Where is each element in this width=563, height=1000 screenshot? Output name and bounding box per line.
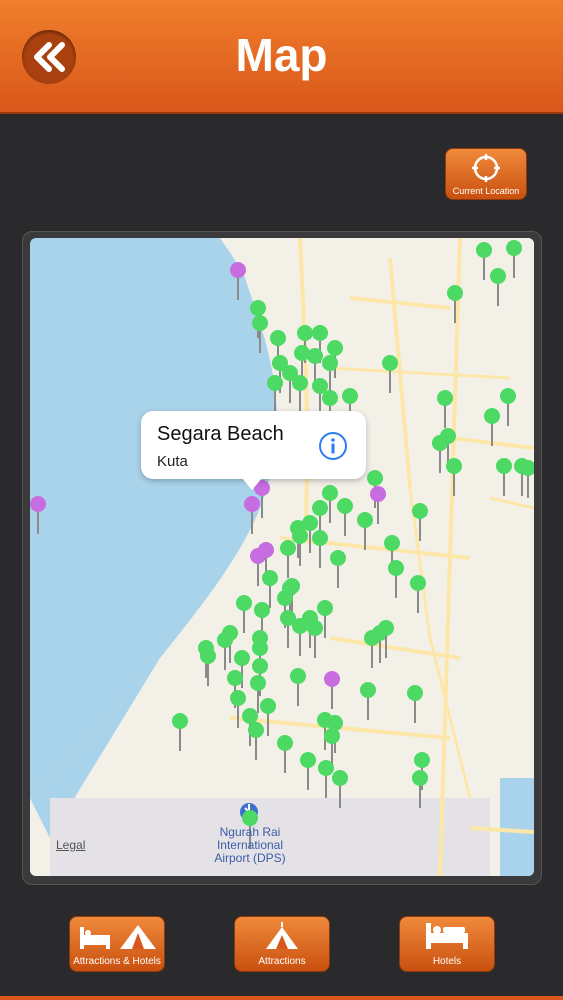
green-map-pin[interactable] [330, 550, 346, 566]
green-map-pin[interactable] [297, 325, 313, 341]
green-map-pin[interactable] [277, 590, 293, 606]
green-map-pin[interactable] [200, 648, 216, 664]
green-map-pin[interactable] [506, 240, 522, 256]
green-map-pin[interactable] [382, 355, 398, 371]
green-map-pin[interactable] [227, 670, 243, 686]
green-map-pin[interactable] [236, 595, 252, 611]
green-map-pin[interactable] [292, 528, 308, 544]
green-map-pin[interactable] [254, 602, 270, 618]
bed-and-tent-icon [80, 925, 156, 949]
green-map-pin[interactable] [384, 535, 400, 551]
green-map-pin[interactable] [322, 390, 338, 406]
green-map-pin[interactable] [357, 512, 373, 528]
green-map-pin[interactable] [447, 285, 463, 301]
green-map-pin[interactable] [307, 348, 323, 364]
green-map-pin[interactable] [248, 722, 264, 738]
crosshair-icon [472, 154, 500, 182]
tab-label: Attractions & Hotels [73, 956, 161, 967]
current-location-label: Current Location [452, 186, 520, 196]
tab-label: Hotels [432, 956, 462, 967]
green-map-pin[interactable] [230, 690, 246, 706]
green-map-pin[interactable] [322, 355, 338, 371]
header-bar: Map [0, 0, 563, 114]
green-map-pin[interactable] [332, 770, 348, 786]
green-map-pin[interactable] [290, 668, 306, 684]
purple-map-pin[interactable] [230, 262, 246, 278]
page-title: Map [235, 29, 328, 81]
green-map-pin[interactable] [172, 713, 188, 729]
map-canvas[interactable] [30, 238, 534, 876]
green-map-pin[interactable] [378, 620, 394, 636]
green-map-pin[interactable] [252, 658, 268, 674]
green-map-pin[interactable] [446, 458, 462, 474]
green-map-pin[interactable] [484, 408, 500, 424]
green-map-pin[interactable] [342, 388, 358, 404]
info-icon[interactable] [318, 431, 348, 461]
callout-subtitle: Kuta [157, 453, 188, 470]
green-map-pin[interactable] [267, 375, 283, 391]
green-map-pin[interactable] [312, 325, 328, 341]
green-map-pin[interactable] [327, 340, 343, 356]
map-view[interactable]: Ngurah Rai International Airport (DPS) L… [30, 238, 534, 876]
green-map-pin[interactable] [252, 640, 268, 656]
callout-title: Segara Beach [157, 423, 284, 445]
green-map-pin[interactable] [318, 760, 334, 776]
purple-map-pin[interactable] [30, 496, 46, 512]
tab-attractions[interactable]: Attractions [234, 916, 330, 972]
airport-label: Ngurah Rai International Airport (DPS) [214, 825, 286, 865]
green-map-pin[interactable] [410, 575, 426, 591]
legal-link[interactable]: Legal [56, 838, 85, 852]
green-map-pin[interactable] [270, 330, 286, 346]
green-map-pin[interactable] [280, 540, 296, 556]
green-map-pin[interactable] [234, 650, 250, 666]
bed-icon [426, 923, 468, 949]
green-map-pin[interactable] [242, 810, 258, 826]
green-map-pin[interactable] [217, 632, 233, 648]
green-map-pin[interactable] [312, 500, 328, 516]
bottom-tab-bar: Attractions & Hotels Attractions Hotels [0, 900, 563, 1000]
green-map-pin[interactable] [437, 390, 453, 406]
green-map-pin[interactable] [412, 770, 428, 786]
callout-tail [242, 478, 262, 490]
green-map-pin[interactable] [292, 618, 308, 634]
tab-label: Attractions [258, 956, 306, 967]
green-map-pin[interactable] [307, 620, 323, 636]
tent-icon [266, 922, 298, 949]
green-map-pin[interactable] [496, 458, 512, 474]
green-map-pin[interactable] [250, 300, 266, 316]
current-location-button[interactable]: Current Location [445, 148, 527, 200]
green-map-pin[interactable] [250, 675, 266, 691]
green-map-pin[interactable] [324, 728, 340, 744]
green-map-pin[interactable] [412, 503, 428, 519]
map-callout[interactable]: Segara Beach Kuta [141, 411, 366, 479]
green-map-pin[interactable] [317, 600, 333, 616]
green-map-pin[interactable] [432, 435, 448, 451]
bottom-edge [0, 996, 563, 1000]
green-map-pin[interactable] [490, 268, 506, 284]
green-map-pin[interactable] [312, 530, 328, 546]
green-map-pin[interactable] [414, 752, 430, 768]
green-map-pin[interactable] [252, 315, 268, 331]
green-map-pin[interactable] [300, 752, 316, 768]
green-map-pin[interactable] [388, 560, 404, 576]
green-map-pin[interactable] [292, 375, 308, 391]
purple-map-pin[interactable] [324, 671, 340, 687]
green-map-pin[interactable] [407, 685, 423, 701]
purple-map-pin[interactable] [244, 496, 260, 512]
green-map-pin[interactable] [277, 735, 293, 751]
green-map-pin[interactable] [322, 485, 338, 501]
green-map-pin[interactable] [360, 682, 376, 698]
green-map-pin[interactable] [337, 498, 353, 514]
tab-hotels[interactable]: Hotels [399, 916, 495, 972]
green-map-pin[interactable] [476, 242, 492, 258]
green-map-pin[interactable] [367, 470, 383, 486]
green-map-pin[interactable] [262, 570, 278, 586]
green-map-pin[interactable] [260, 698, 276, 714]
green-map-pin[interactable] [500, 388, 516, 404]
green-map-pin[interactable] [242, 708, 258, 724]
tab-attractions-and-hotels[interactable]: Attractions & Hotels [69, 916, 165, 972]
purple-map-pin[interactable] [370, 486, 386, 502]
purple-map-pin[interactable] [258, 542, 274, 558]
